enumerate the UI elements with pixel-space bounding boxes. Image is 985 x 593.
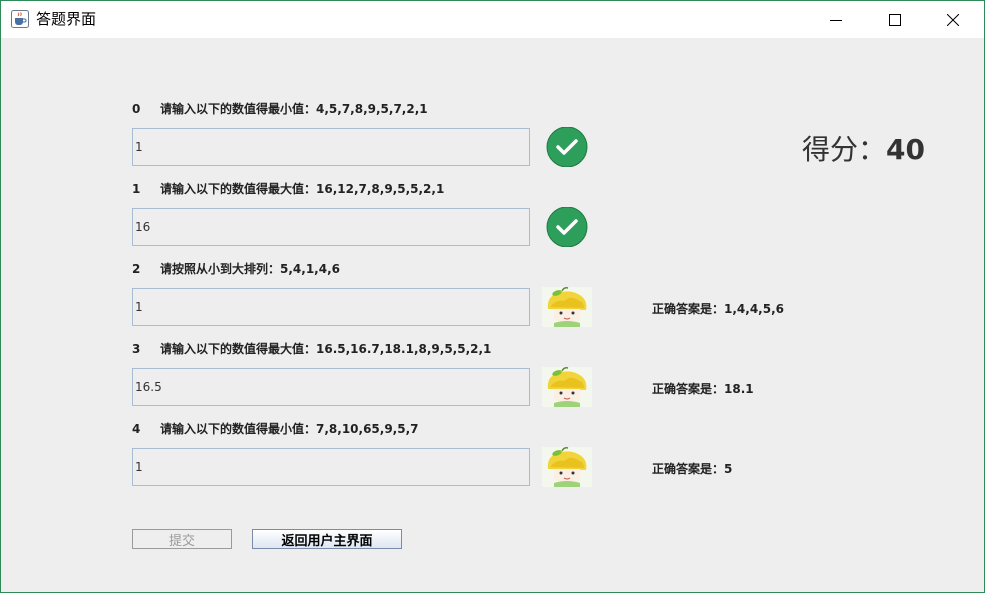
- maximize-button[interactable]: [866, 1, 924, 38]
- question-label: 0 请输入以下的数值得最小值：4,5,7,8,9,5,7,2,1: [132, 101, 428, 117]
- check-icon: [546, 127, 588, 167]
- correct-answer-text: 正确答案是：18.1: [652, 382, 754, 396]
- question-number: 4: [132, 422, 141, 436]
- question-number: 0: [132, 102, 141, 116]
- question-label: 4 请输入以下的数值得最小值：7,8,10,65,9,5,7: [132, 421, 419, 437]
- question-label: 1 请输入以下的数值得最大值：16,12,7,8,9,5,5,2,1: [132, 181, 444, 197]
- submit-button[interactable]: 提交: [132, 529, 232, 549]
- question-prompt: 请输入以下的数值得最小值：4,5,7,8,9,5,7,2,1: [160, 102, 428, 116]
- window-title: 答题界面: [36, 10, 97, 28]
- answer-input[interactable]: [132, 128, 530, 166]
- question-number: 3: [132, 342, 141, 356]
- question-number: 2: [132, 262, 141, 276]
- question-prompt: 请输入以下的数值得最大值：16,12,7,8,9,5,5,2,1: [160, 182, 445, 196]
- wrong-mascot-icon: [542, 287, 592, 327]
- java-cup-icon: [11, 10, 29, 28]
- wrong-mascot-icon: [542, 367, 592, 407]
- question-label: 3 请输入以下的数值得最大值：16.5,16.7,18.1,8,9,5,5,2,1: [132, 341, 491, 357]
- question-prompt: 请按照从小到大排列：5,4,1,4,6: [160, 262, 340, 276]
- question-number: 1: [132, 182, 141, 196]
- score-display: 得分：40: [802, 132, 925, 168]
- title-bar: 答题界面: [1, 1, 984, 38]
- return-home-button[interactable]: 返回用户主界面: [252, 529, 402, 549]
- correct-answer-text: 正确答案是：5: [652, 462, 733, 476]
- wrong-mascot-icon: [542, 447, 592, 487]
- question-prompt: 请输入以下的数值得最大值：16.5,16.7,18.1,8,9,5,5,2,1: [160, 342, 492, 356]
- maximize-icon: [889, 13, 901, 26]
- answer-input[interactable]: [132, 208, 530, 246]
- answer-input[interactable]: [132, 448, 530, 486]
- answer-window: 答题界面 0 请输入以下的数值得最小值：4,5,7,8,9,5,7,2,1 1 …: [0, 0, 985, 593]
- score-label: 得分：: [802, 133, 887, 166]
- question-prompt: 请输入以下的数值得最小值：7,8,10,65,9,5,7: [160, 422, 419, 436]
- content-panel: 0 请输入以下的数值得最小值：4,5,7,8,9,5,7,2,1 1 请输入以下的数…: [1, 38, 984, 592]
- check-icon: [546, 207, 588, 247]
- answer-input[interactable]: [132, 288, 530, 326]
- close-icon: [947, 13, 959, 26]
- minimize-button[interactable]: [807, 1, 865, 38]
- minimize-icon: [830, 19, 842, 21]
- question-label: 2 请按照从小到大排列：5,4,1,4,6: [132, 261, 340, 277]
- score-value: 40: [886, 133, 925, 166]
- correct-answer-text: 正确答案是：1,4,4,5,6: [652, 302, 784, 316]
- close-button[interactable]: [924, 1, 982, 38]
- answer-input[interactable]: [132, 368, 530, 406]
